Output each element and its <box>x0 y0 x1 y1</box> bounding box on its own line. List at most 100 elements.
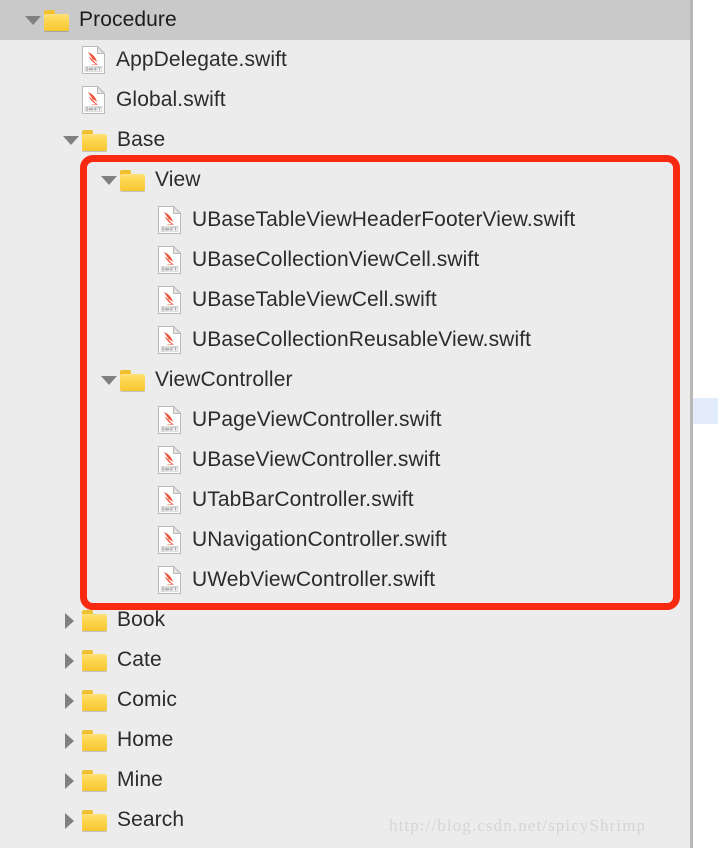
indent-spacer <box>0 700 60 701</box>
tree-row-label: Mine <box>117 760 163 800</box>
folder-icon <box>120 170 146 191</box>
chevron-right-icon[interactable] <box>60 760 82 800</box>
tree-row-file[interactable]: SWIFT UBaseTableViewHeaderFooterView.swif… <box>0 200 690 240</box>
tree-row-label: Procedure <box>79 0 177 40</box>
svg-text:SWIFT: SWIFT <box>86 107 102 112</box>
disclosure-spacer <box>136 440 158 480</box>
indent-spacer <box>0 340 136 341</box>
indent-spacer <box>0 780 60 781</box>
tree-row-label: UBaseTableViewCell.swift <box>192 280 437 320</box>
disclosure-spacer <box>136 200 158 240</box>
editor-line[interactable] <box>693 504 718 531</box>
chevron-right-icon[interactable] <box>60 840 82 848</box>
tree-row-label: UTabBarController.swift <box>192 480 414 520</box>
editor-line[interactable] <box>693 610 718 637</box>
indent-spacer <box>0 460 136 461</box>
tree-row-file[interactable]: SWIFT AppDelegate.swift <box>0 40 690 80</box>
chevron-right-icon[interactable] <box>60 600 82 640</box>
tree-row-file[interactable]: SWIFTUNavigationController.swift <box>0 520 690 560</box>
editor-line[interactable] <box>693 53 718 80</box>
editor-line[interactable] <box>693 371 718 398</box>
editor-line[interactable] <box>693 716 718 743</box>
disclosure-spacer <box>136 320 158 360</box>
folder-icon <box>44 10 70 31</box>
editor-line[interactable] <box>693 133 718 160</box>
editor-line[interactable] <box>693 159 718 186</box>
chevron-down-icon[interactable] <box>60 120 82 160</box>
tree-row-label: Comic <box>117 680 177 720</box>
tree-row-folder[interactable]: Mine <box>0 760 690 800</box>
chevron-right-icon[interactable] <box>60 640 82 680</box>
editor-line[interactable] <box>693 663 718 690</box>
swift-file-icon: SWIFT <box>158 446 181 474</box>
tree-row-folder[interactable]: Base <box>0 120 690 160</box>
editor-line[interactable] <box>693 186 718 213</box>
disclosure-spacer <box>60 80 82 120</box>
tree-row-file[interactable]: SWIFTGlobal.swift <box>0 80 690 120</box>
svg-text:SWIFT: SWIFT <box>162 227 178 232</box>
tree-row-label: AppDelegate.swift <box>116 40 287 80</box>
editor-line[interactable] <box>693 742 718 769</box>
tree-row-folder[interactable]: Book <box>0 600 690 640</box>
editor-line[interactable] <box>693 239 718 266</box>
tree-row-file[interactable]: SWIFTUBaseCollectionViewCell.swift <box>0 240 690 280</box>
chevron-right-icon[interactable] <box>60 680 82 720</box>
editor-line[interactable] <box>693 265 718 292</box>
swift-file-icon: SWIFT <box>158 526 181 554</box>
tree-row-file[interactable]: SWIFT UBaseTableViewCell.swift <box>0 280 690 320</box>
editor-line[interactable] <box>693 636 718 663</box>
editor-line[interactable] <box>693 318 718 345</box>
tree-row-folder[interactable] <box>0 840 690 848</box>
tree-row-folder[interactable]: Procedure <box>0 0 690 40</box>
tree-row-folder[interactable]: Search <box>0 800 690 840</box>
editor-line[interactable] <box>693 530 718 557</box>
chevron-down-icon[interactable] <box>98 360 120 400</box>
tree-row-file[interactable]: SWIFTUTabBarController.swift <box>0 480 690 520</box>
editor-line[interactable] <box>693 689 718 716</box>
editor-line[interactable] <box>693 345 718 372</box>
chevron-down-icon[interactable] <box>22 0 44 40</box>
tree-row-file[interactable]: SWIFTUPageViewController.swift <box>0 400 690 440</box>
chevron-right-icon[interactable] <box>60 720 82 760</box>
tree-row-folder[interactable]: ViewController <box>0 360 690 400</box>
editor-line[interactable] <box>693 106 718 133</box>
folder-icon <box>82 650 108 671</box>
tree-row-folder[interactable]: Home <box>0 720 690 760</box>
indent-spacer <box>0 180 98 181</box>
editor-line[interactable] <box>693 80 718 107</box>
tree-row-label: Cate <box>117 640 162 680</box>
editor-line[interactable] <box>693 822 718 848</box>
tree-row-label: UBaseTableViewHeaderFooterView.swift <box>192 200 575 240</box>
svg-text:SWIFT: SWIFT <box>162 467 178 472</box>
editor-line[interactable] <box>693 477 718 504</box>
swift-file-icon: SWIFT <box>158 206 181 234</box>
indent-spacer <box>0 300 136 301</box>
source-editor-sliver[interactable] <box>690 0 718 848</box>
editor-line[interactable] <box>693 27 718 54</box>
project-navigator-pane[interactable]: Procedure SWIFT AppDelegate.swiftSWIFTGlob… <box>0 0 690 848</box>
tree-row-file[interactable]: SWIFTUBaseViewController.swift <box>0 440 690 480</box>
tree-row-file[interactable]: SWIFTUBaseCollectionReusableView.swift <box>0 320 690 360</box>
tree-row-label: Book <box>117 600 165 640</box>
editor-line[interactable] <box>693 212 718 239</box>
editor-line[interactable] <box>693 0 718 27</box>
indent-spacer <box>0 660 60 661</box>
indent-spacer <box>0 100 60 101</box>
editor-line[interactable] <box>693 769 718 796</box>
tree-row-folder[interactable]: Comic <box>0 680 690 720</box>
svg-text:SWIFT: SWIFT <box>162 427 178 432</box>
editor-line[interactable] <box>693 557 718 584</box>
tree-row-folder[interactable]: Cate <box>0 640 690 680</box>
tree-row-file[interactable]: SWIFTUWebViewController.swift <box>0 560 690 600</box>
swift-file-icon: SWIFT <box>82 46 105 74</box>
editor-line[interactable] <box>693 424 718 451</box>
editor-line[interactable] <box>693 583 718 610</box>
chevron-right-icon[interactable] <box>60 800 82 840</box>
editor-line[interactable] <box>693 398 718 425</box>
chevron-down-icon[interactable] <box>98 160 120 200</box>
svg-text:SWIFT: SWIFT <box>162 307 178 312</box>
editor-line[interactable] <box>693 292 718 319</box>
editor-line[interactable] <box>693 451 718 478</box>
tree-row-folder[interactable]: View <box>0 160 690 200</box>
editor-line[interactable] <box>693 795 718 822</box>
